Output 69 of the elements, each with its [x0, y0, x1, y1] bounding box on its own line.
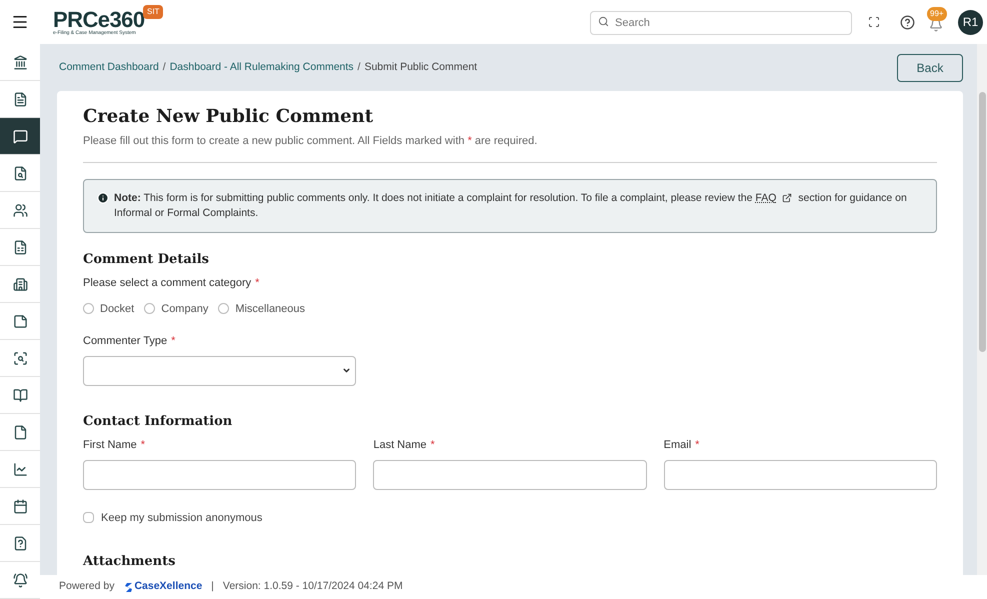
menu-icon[interactable] — [11, 13, 29, 31]
user-avatar[interactable]: R1 — [958, 10, 983, 34]
message-icon — [12, 128, 28, 144]
help-document-icon — [12, 536, 28, 550]
invoice-icon — [12, 240, 28, 254]
note-icon — [12, 314, 28, 328]
note-text: Note: This form is for submitting public comments only. It does not initiate a complaint for resolution. To file a complaint, please review the FAQ section for guidance on Informal or Formal Complaints. — [114, 190, 908, 220]
chart-icon — [12, 462, 28, 476]
radio-label: Miscellaneous — [235, 302, 306, 316]
file-icon — [12, 424, 28, 440]
fullscreen-icon[interactable] — [868, 16, 880, 28]
breadcrumb-link[interactable]: Comment Dashboard — [59, 60, 159, 76]
breadcrumb-separator: / — [162, 60, 166, 75]
external-link-icon — [782, 192, 792, 203]
back-button[interactable]: Back — [897, 54, 963, 82]
checkbox-label: Keep my submission anonymous — [101, 510, 262, 526]
radio-label: Docket — [100, 302, 134, 316]
text-input[interactable] — [83, 460, 356, 490]
footer-separator: | — [211, 579, 214, 594]
field-label: Commenter Type — [83, 335, 168, 347]
file-search-icon — [12, 166, 28, 180]
required-mark: * — [430, 439, 435, 451]
caret-icon — [342, 366, 351, 375]
alarm-icon — [12, 572, 28, 588]
users-icon — [12, 202, 28, 218]
book-icon — [12, 388, 28, 402]
notification-icon[interactable] — [929, 18, 943, 32]
radio-button[interactable] — [144, 303, 156, 314]
powered-by-text: Powered by — [59, 579, 114, 594]
radio-button[interactable] — [218, 303, 230, 314]
info-icon — [97, 192, 109, 204]
radio-label: Company — [161, 302, 208, 316]
help-icon[interactable] — [900, 14, 915, 30]
logo: PRCe360 — [53, 8, 145, 30]
radio-button[interactable] — [83, 303, 94, 314]
breadcrumb-link[interactable]: Dashboard - All Rulemaking Comments — [170, 60, 354, 76]
calendar-icon — [12, 498, 28, 514]
text-input[interactable] — [373, 460, 647, 490]
scan-search-icon — [12, 350, 28, 366]
notification-count: 99+ — [927, 7, 947, 21]
search-icon — [598, 16, 609, 27]
document-icon — [12, 92, 28, 106]
brand-name: CaseXellence — [134, 579, 202, 594]
search-field[interactable]: Search — [590, 11, 852, 35]
required-mark: * — [255, 277, 260, 289]
required-mark: * — [695, 439, 700, 451]
field-label: First Name — [83, 439, 137, 451]
text-input[interactable] — [664, 460, 937, 490]
breadcrumb-current: Submit Public Comment — [364, 60, 478, 75]
brand-logo-icon — [124, 582, 134, 592]
breadcrumb-separator: / — [358, 60, 360, 75]
form-title: Create New Public Comment — [83, 105, 374, 129]
scrollbar[interactable] — [977, 44, 987, 575]
section-heading: Attachments — [83, 553, 176, 571]
field-label: Last Name — [373, 439, 427, 451]
section-heading: Comment Details — [83, 250, 210, 268]
required-mark: * — [171, 335, 176, 347]
field-label: Please select a comment category — [83, 277, 252, 289]
form-description: Please fill out this form to create a new public comment. All Fields marked with * are required. — [83, 134, 538, 149]
section-heading: Contact Information — [83, 412, 234, 430]
version-text: Version: 1.0.59 - 10/17/2024 04:24 PM — [222, 579, 403, 594]
building-icon — [12, 276, 28, 292]
sidebar-item[interactable] — [0, 118, 40, 155]
anonymous-checkbox[interactable] — [83, 512, 94, 524]
field-label: Email — [664, 439, 692, 451]
faq-link[interactable]: FAQ — [755, 192, 776, 204]
environment-badge: SIT — [143, 4, 164, 18]
required-mark: * — [140, 439, 146, 451]
bank-icon — [12, 54, 28, 70]
